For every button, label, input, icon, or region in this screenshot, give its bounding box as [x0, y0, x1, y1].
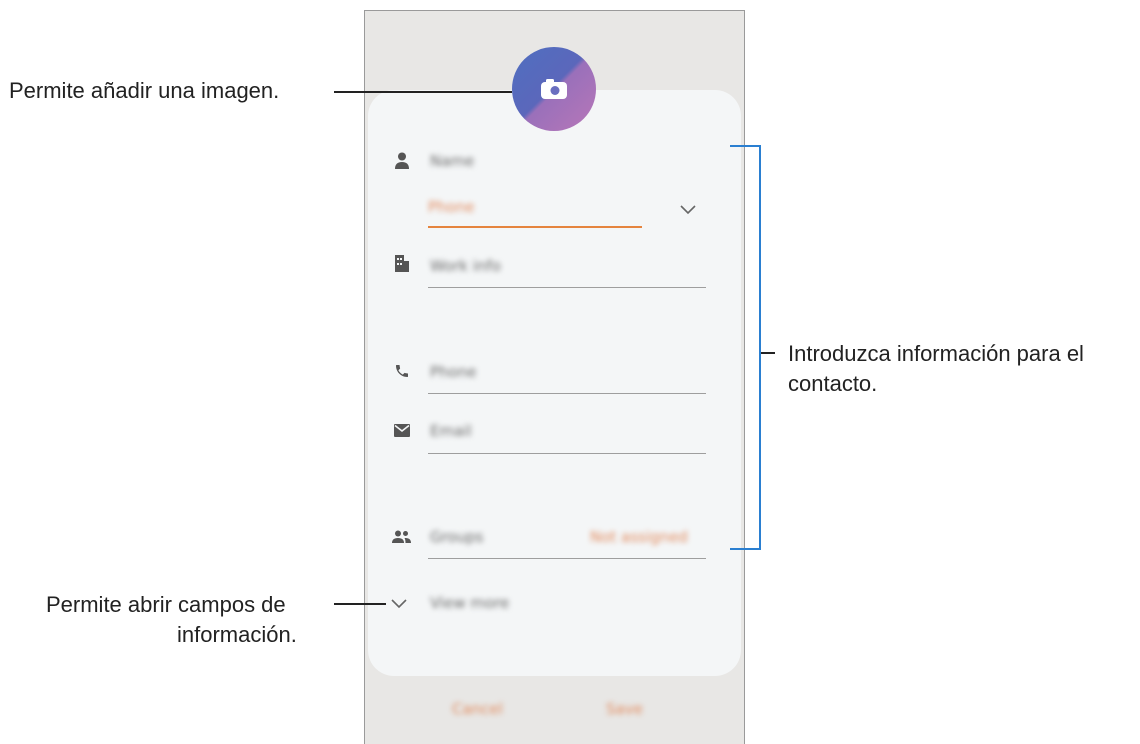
- name-field[interactable]: Name: [430, 152, 474, 170]
- phone-underline: [428, 393, 706, 394]
- view-more-button[interactable]: View more: [430, 594, 509, 612]
- cancel-button[interactable]: Cancel: [452, 700, 503, 718]
- name-input-active[interactable]: Phone: [428, 198, 474, 216]
- expand-chevron-icon[interactable]: [391, 599, 407, 609]
- bracket-bottom: [730, 548, 760, 550]
- groups-underline: [428, 558, 706, 559]
- callout-open-fields-1: Permite abrir campos de: [46, 592, 286, 617]
- add-image-button[interactable]: [512, 47, 596, 131]
- callout-contact-info-2: contacto.: [788, 371, 878, 396]
- email-icon: [394, 424, 410, 437]
- callout-open-fields-2: información.: [177, 622, 297, 647]
- save-button[interactable]: Save: [606, 700, 643, 718]
- name-input-underline: [428, 226, 642, 228]
- groups-icon: [392, 530, 411, 543]
- chevron-down-icon[interactable]: [680, 205, 696, 215]
- callout-open-fields-line: [334, 603, 386, 605]
- phone-icon: [396, 365, 408, 377]
- callout-add-image: Permite añadir una imagen.: [9, 78, 280, 103]
- work-info-field[interactable]: Work info: [430, 257, 501, 275]
- bracket-vertical: [759, 145, 761, 550]
- groups-value[interactable]: Not assigned: [590, 528, 688, 546]
- callout-contact-info-line: [761, 352, 775, 354]
- person-icon: [395, 152, 409, 169]
- bracket-top: [730, 145, 760, 147]
- callout-add-image-line: [334, 91, 512, 93]
- email-field[interactable]: Email: [430, 422, 472, 440]
- callout-contact-info-1: Introduzca información para el: [788, 341, 1084, 366]
- groups-label: Groups: [430, 528, 484, 546]
- contact-form-card: [368, 90, 741, 676]
- building-icon: [395, 255, 409, 272]
- phone-field[interactable]: Phone: [430, 363, 476, 381]
- email-underline: [428, 453, 706, 454]
- camera-icon: [541, 79, 567, 99]
- work-info-underline: [428, 287, 706, 288]
